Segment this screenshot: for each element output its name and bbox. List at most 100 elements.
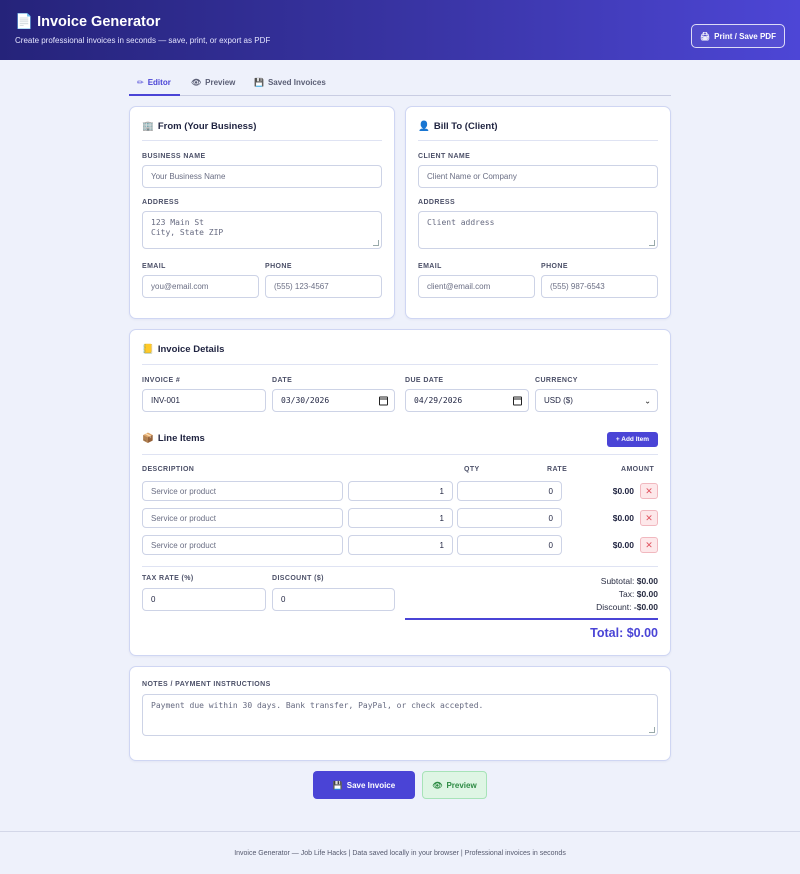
due-date-input[interactable]: 04/29/2026 [405, 389, 529, 412]
calendar-icon[interactable] [513, 396, 522, 405]
person-icon: 👤 [418, 121, 430, 132]
date-input[interactable]: 03/30/2026 [272, 389, 395, 412]
from-email-label: EMAIL [142, 263, 166, 270]
print-button-label: Print / Save PDF [714, 31, 776, 41]
invoice-details-title: 📒 Invoice Details [142, 344, 224, 355]
print-save-pdf-button[interactable]: 🖨 Print / Save PDF [691, 24, 785, 48]
divider [418, 140, 658, 141]
business-name-input[interactable]: Your Business Name [142, 165, 382, 188]
floppy-disk-icon: 💾 [254, 78, 264, 87]
line-items-title: 📦 Line Items [142, 433, 205, 444]
pencil-icon: ✏ [137, 78, 144, 87]
client-email-input[interactable]: client@email.com [418, 275, 535, 298]
total-value: $0.00 [626, 626, 658, 640]
resize-handle[interactable] [373, 240, 379, 246]
item-description-input[interactable]: Service or product [142, 508, 343, 528]
client-name-input[interactable]: Client Name or Company [418, 165, 658, 188]
active-tab-indicator [129, 94, 180, 96]
client-name-label: CLIENT NAME [418, 153, 471, 160]
from-email-input[interactable]: you@email.com [142, 275, 259, 298]
footer-text: Invoice Generator — Job Life Hacks | Dat… [234, 849, 566, 857]
line-items-title-text: Line Items [157, 433, 205, 444]
total-label: Total: [590, 626, 624, 640]
due-date-value: 04/29/2026 [414, 396, 463, 405]
client-email-label: EMAIL [418, 263, 442, 270]
divider [142, 140, 382, 141]
item-qty-input[interactable]: 1 [348, 508, 453, 528]
from-address-label: ADDRESS [142, 199, 180, 206]
notes-label: NOTES / PAYMENT INSTRUCTIONS [142, 681, 271, 688]
resize-handle[interactable] [649, 240, 655, 246]
currency-select[interactable]: USD ($) ⌄ [535, 389, 658, 412]
calendar-icon[interactable] [379, 396, 388, 405]
item-qty-input[interactable]: 1 [348, 481, 453, 501]
footer: Invoice Generator — Job Life Hacks | Dat… [0, 831, 800, 874]
tab-editor[interactable]: ✏ Editor [137, 78, 171, 87]
document-icon: 📄 [15, 14, 34, 30]
item-qty-input[interactable]: 1 [348, 535, 453, 555]
eye-icon: 👁 [432, 780, 443, 790]
from-address-placeholder: 123 Main St City, State ZIP [151, 218, 224, 237]
client-address-label: ADDRESS [418, 199, 456, 206]
add-item-button[interactable]: + Add Item [607, 432, 658, 447]
from-address-textarea[interactable]: 123 Main St City, State ZIP [142, 211, 382, 249]
bill-to-title-text: Bill To (Client) [433, 121, 498, 132]
item-description-input[interactable]: Service or product [142, 481, 343, 501]
item-description-input[interactable]: Service or product [142, 535, 343, 555]
delete-item-button[interactable]: ✕ [640, 510, 658, 526]
save-invoice-button[interactable]: 💾 Save Invoice [313, 771, 415, 799]
close-icon: ✕ [645, 539, 653, 550]
column-header-amount: AMOUNT [621, 466, 655, 473]
app-header: 📄 Invoice Generator Create professional … [0, 0, 800, 60]
item-amount: $0.00 [612, 540, 634, 550]
currency-label: CURRENCY [535, 377, 578, 384]
tab-preview[interactable]: 👁 Preview [191, 78, 235, 87]
tax-rate-input[interactable]: 0 [142, 588, 266, 611]
item-rate-input[interactable]: 0 [457, 508, 562, 528]
invoice-number-input[interactable]: INV-001 [142, 389, 266, 412]
discount-total-value: -$0.00 [633, 602, 658, 612]
invoice-details-title-text: Invoice Details [157, 344, 225, 355]
resize-handle[interactable] [649, 727, 655, 733]
client-phone-input[interactable]: (555) 987-6543 [541, 275, 658, 298]
notes-textarea[interactable]: Payment due within 30 days. Bank transfe… [142, 694, 658, 736]
item-rate-input[interactable]: 0 [457, 481, 562, 501]
divider [142, 566, 658, 567]
discount-input[interactable]: 0 [272, 588, 395, 611]
currency-value: USD ($) [544, 396, 573, 405]
business-name-label: BUSINESS NAME [142, 153, 206, 160]
delete-item-button[interactable]: ✕ [640, 537, 658, 553]
due-date-label: DUE DATE [405, 377, 444, 384]
delete-item-button[interactable]: ✕ [640, 483, 658, 499]
close-icon: ✕ [645, 512, 653, 523]
tab-preview-label: Preview [205, 78, 236, 87]
client-phone-label: PHONE [541, 263, 568, 270]
printer-icon: 🖨 [700, 31, 711, 41]
tax-rate-label: TAX RATE (%) [142, 575, 194, 582]
column-header-qty: QTY [464, 466, 480, 473]
tab-editor-label: Editor [147, 78, 171, 87]
divider [142, 364, 658, 365]
column-header-rate: RATE [547, 466, 568, 473]
eye-icon: 👁 [191, 78, 202, 87]
tab-saved-label: Saved Invoices [267, 78, 326, 87]
client-address-placeholder: Client address [427, 218, 495, 227]
tab-saved-invoices[interactable]: 💾 Saved Invoices [254, 78, 326, 87]
divider [142, 454, 658, 455]
from-phone-input[interactable]: (555) 123-4567 [265, 275, 382, 298]
from-title-text: From (Your Business) [157, 121, 257, 132]
save-button-label: Save Invoice [346, 780, 396, 790]
client-address-textarea[interactable]: Client address [418, 211, 658, 249]
preview-button[interactable]: 👁 Preview [422, 771, 487, 799]
from-title: 🏢 From (Your Business) [142, 121, 256, 132]
app-subtitle: Create professional invoices in seconds … [15, 36, 271, 45]
tab-bar: ✏ Editor 👁 Preview 💾 Saved Invoices [129, 72, 671, 96]
app-title-text: Invoice Generator [37, 13, 161, 30]
tax-total-label: Tax: [618, 589, 635, 599]
grand-total: Total: $0.00 [590, 626, 658, 640]
from-phone-label: PHONE [265, 263, 292, 270]
item-rate-input[interactable]: 0 [457, 535, 562, 555]
preview-button-label: Preview [446, 780, 477, 790]
date-value: 03/30/2026 [281, 396, 330, 405]
tax-row: Tax: $0.00 [619, 589, 658, 599]
